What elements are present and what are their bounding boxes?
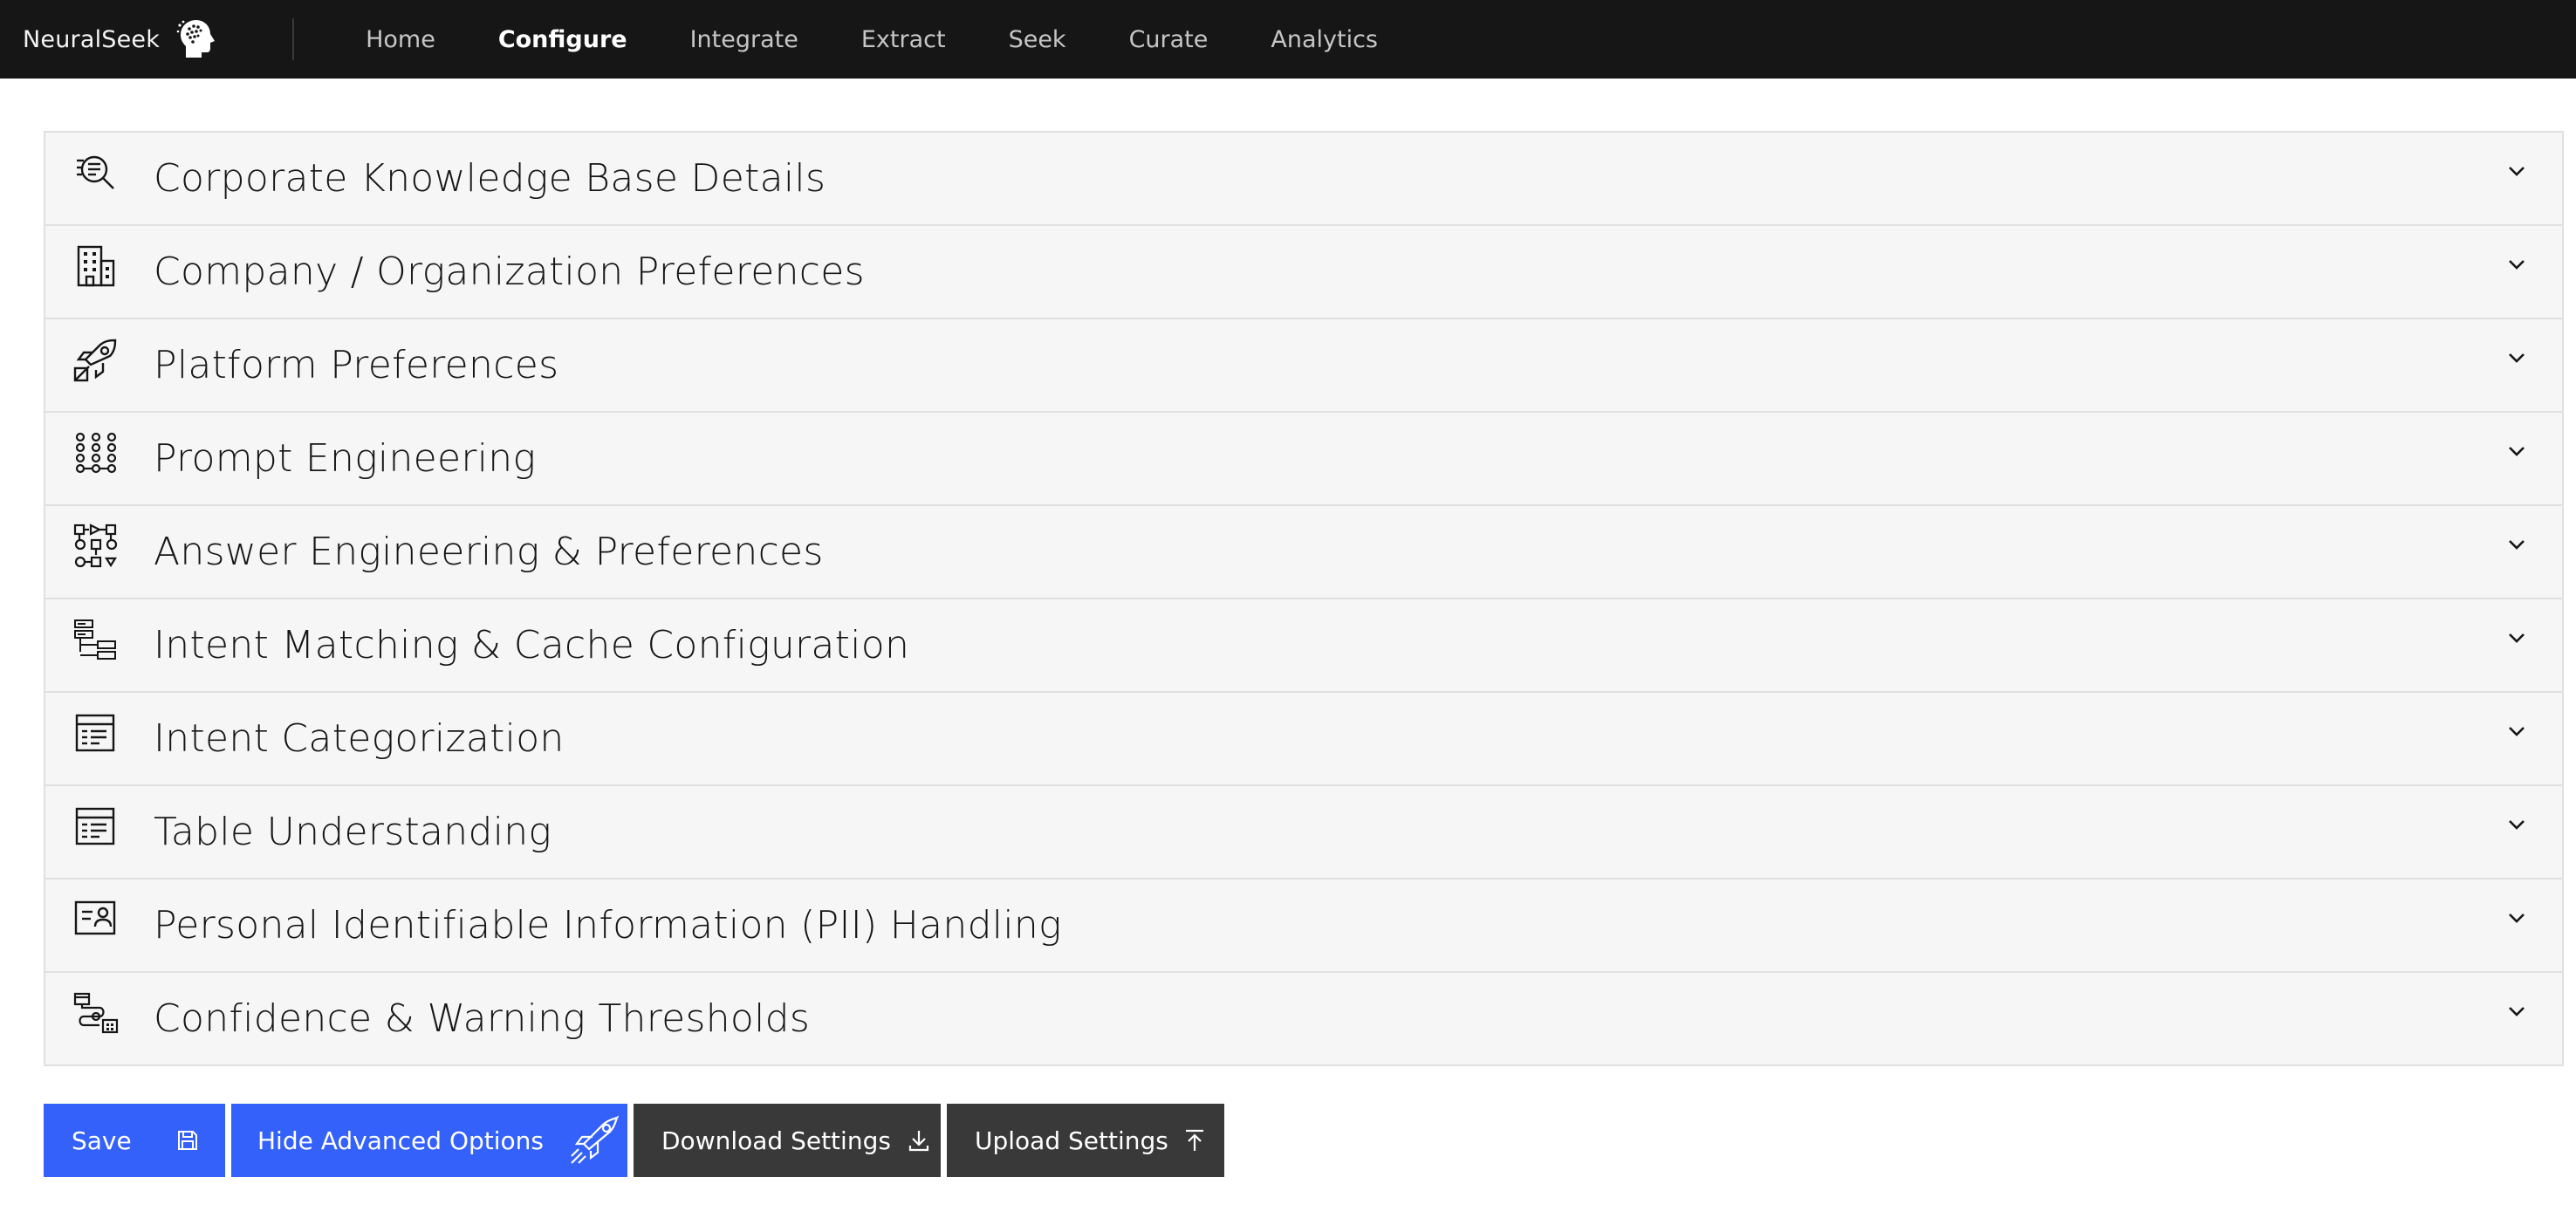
accordion-item-title: Intent Matching & Cache Configuration <box>154 623 910 667</box>
document-search-icon <box>73 150 119 195</box>
chevron-down-icon <box>2509 167 2525 176</box>
accordion-item-title: Intent Categorization <box>154 716 565 761</box>
accordion-item-company-preferences[interactable]: Company / Organization Preferences <box>45 224 2562 318</box>
hide-advanced-options-label: Hide Advanced Options <box>257 1126 544 1155</box>
chevron-down-icon <box>2509 260 2525 270</box>
accordion-item-table-understanding[interactable]: Table Understanding <box>45 784 2562 878</box>
nav-home[interactable]: Home <box>334 0 467 79</box>
upload-settings-button[interactable]: Upload Settings <box>947 1104 1224 1177</box>
brand-name: NeuralSeek <box>23 25 161 53</box>
save-button-label: Save <box>72 1126 132 1155</box>
nav-curate[interactable]: Curate <box>1098 0 1240 79</box>
top-navigation-bar: NeuralSeek Home Configure Integrate Extr… <box>0 0 2576 79</box>
nav-integrate[interactable]: Integrate <box>659 0 830 79</box>
accordion-item-pii-handling[interactable]: Personal Identifiable Information (PII) … <box>45 878 2562 971</box>
accordion-item-platform-preferences[interactable]: Platform Preferences <box>45 318 2562 411</box>
download-settings-label: Download Settings <box>661 1126 891 1155</box>
accordion-item-title: Table Understanding <box>154 810 552 854</box>
accordion-item-prompt-engineering[interactable]: Prompt Engineering <box>45 411 2562 504</box>
accordion-item-title: Prompt Engineering <box>154 436 537 481</box>
upload-icon <box>1185 1129 1203 1151</box>
save-icon <box>177 1131 197 1150</box>
accordion-item-answer-engineering[interactable]: Answer Engineering & Preferences <box>45 504 2562 598</box>
accordion-item-title: Company / Organization Preferences <box>154 250 865 294</box>
tree-view-icon <box>73 617 119 662</box>
accordion-item-title: Confidence & Warning Thresholds <box>154 996 811 1041</box>
accordion-item-title: Platform Preferences <box>154 343 559 387</box>
nav-extract[interactable]: Extract <box>830 0 977 79</box>
accordion-item-confidence-thresholds[interactable]: Confidence & Warning Thresholds <box>45 971 2562 1064</box>
workflow-automation-icon <box>73 990 119 1036</box>
accordion-item-title: Answer Engineering & Preferences <box>154 530 824 574</box>
chevron-down-icon <box>2509 820 2525 830</box>
download-icon <box>908 1131 929 1152</box>
accordion-item-knowledge-base[interactable]: Corporate Knowledge Base Details <box>45 131 2562 224</box>
node-grid-icon <box>73 430 119 476</box>
accordion-item-title: Corporate Knowledge Base Details <box>154 156 826 201</box>
nav-seek[interactable]: Seek <box>977 0 1098 79</box>
table-list-icon <box>73 710 119 756</box>
chevron-down-icon <box>2509 727 2525 736</box>
main-nav: Home Configure Integrate Extract Seek Cu… <box>334 0 1409 79</box>
building-icon <box>73 243 119 289</box>
chevron-down-icon <box>2509 914 2525 923</box>
nav-configure[interactable]: Configure <box>467 0 659 79</box>
chevron-down-icon <box>2509 1007 2525 1016</box>
flow-shapes-icon <box>73 524 119 569</box>
chevron-down-icon <box>2509 633 2525 643</box>
accordion-item-intent-matching[interactable]: Intent Matching & Cache Configuration <box>45 598 2562 691</box>
nav-analytics[interactable]: Analytics <box>1239 0 1409 79</box>
hide-advanced-options-button[interactable]: Hide Advanced Options <box>231 1104 627 1177</box>
upload-settings-label: Upload Settings <box>975 1126 1168 1155</box>
action-bar: Save Hide Advanced Options Download Sett… <box>44 1104 1230 1177</box>
table-list-icon <box>73 804 119 849</box>
save-button[interactable]: Save <box>44 1104 225 1177</box>
identity-card-icon <box>73 897 119 942</box>
brain-head-icon <box>176 20 216 58</box>
chevron-down-icon <box>2509 540 2525 550</box>
topbar-divider <box>292 18 295 60</box>
rocket-platform-icon <box>73 337 119 382</box>
rocket-icon <box>571 1115 620 1164</box>
chevron-down-icon <box>2509 353 2525 363</box>
chevron-down-icon <box>2509 447 2525 456</box>
settings-accordion: Corporate Knowledge Base Details Company… <box>44 131 2564 1066</box>
accordion-item-intent-categorization[interactable]: Intent Categorization <box>45 691 2562 784</box>
brand[interactable]: NeuralSeek <box>23 0 221 79</box>
download-settings-button[interactable]: Download Settings <box>634 1104 941 1177</box>
accordion-item-title: Personal Identifiable Information (PII) … <box>154 903 1062 948</box>
